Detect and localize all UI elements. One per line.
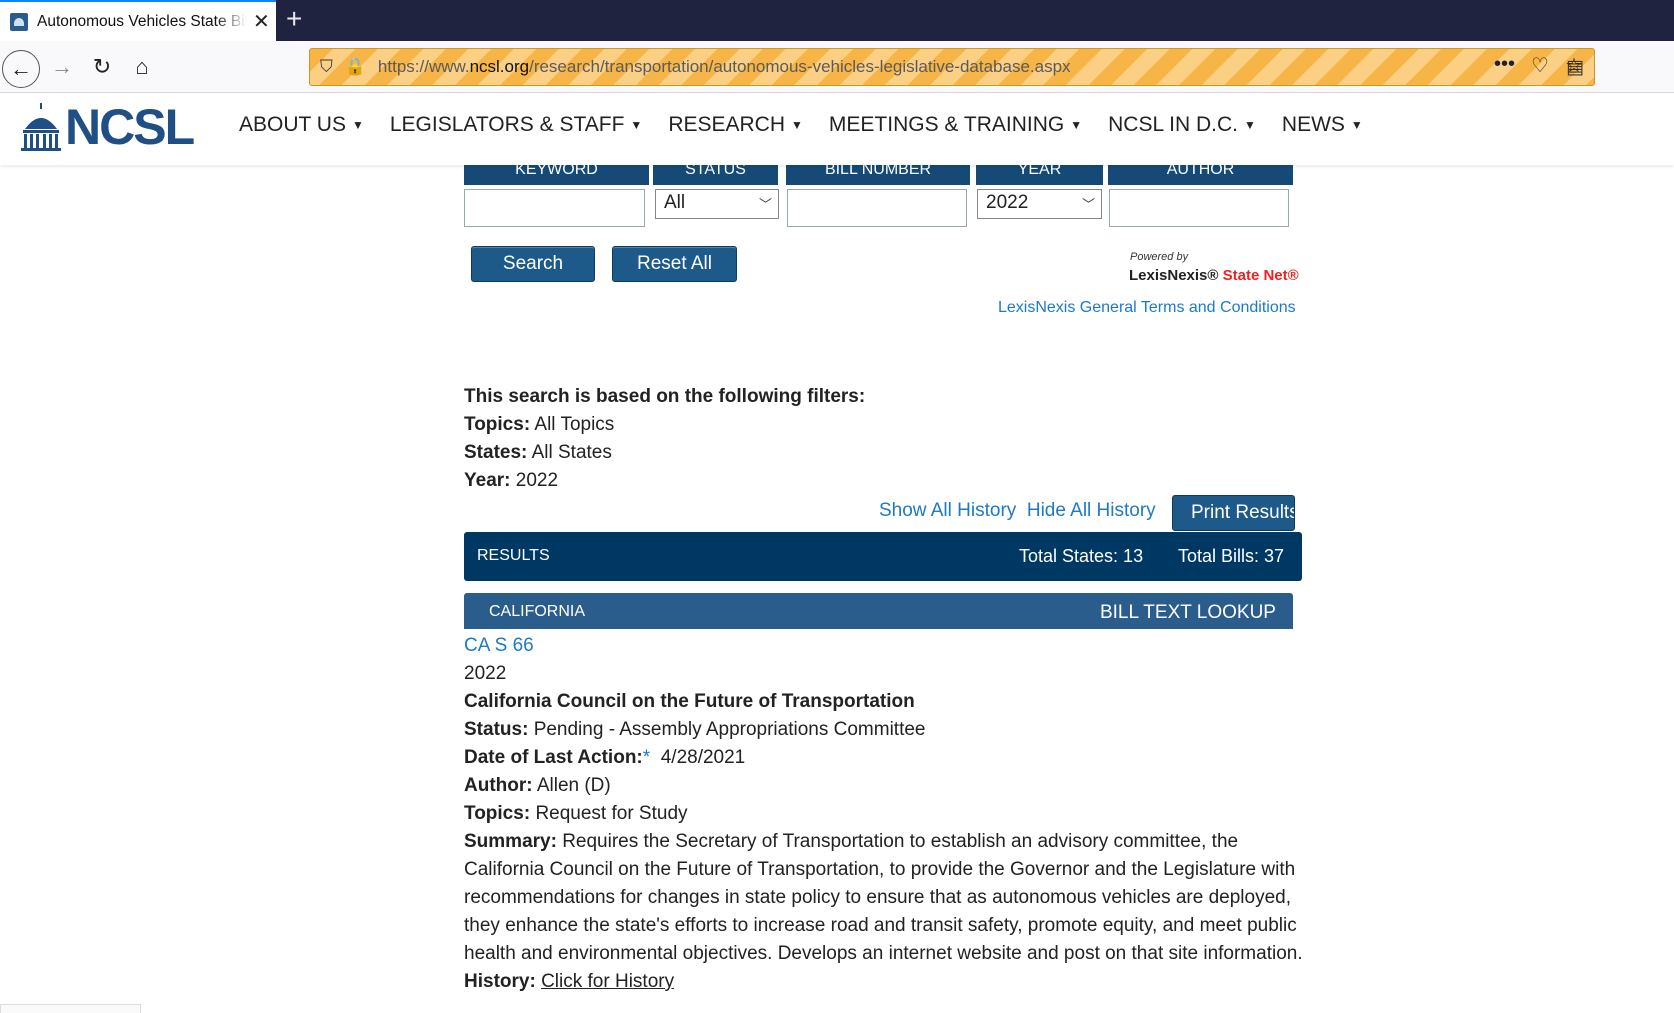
ncsl-logo[interactable]: NCSL xyxy=(20,99,195,155)
history-controls: Show All History Hide All History xyxy=(879,500,1156,522)
caret-down-icon: ▼ xyxy=(1070,118,1083,133)
forward-arrow-icon[interactable]: → xyxy=(44,49,80,85)
bill-id-link[interactable]: CA S 66 xyxy=(464,635,534,656)
address-bar[interactable]: ⛉ 🔒 https://www.ncsl.org/research/transp… xyxy=(309,48,1595,86)
filters-heading: This search is based on the following fi… xyxy=(464,386,866,407)
caret-down-icon: ▼ xyxy=(1350,118,1363,133)
search-filters: This search is based on the following fi… xyxy=(464,383,865,495)
total-bills: Total Bills: 37 xyxy=(1178,546,1285,566)
print-results-button[interactable]: Print Results xyxy=(1172,495,1295,531)
menu-legislators-staff[interactable]: LEGISLATORS & STAFF ▼ xyxy=(390,113,642,137)
bill-year: 2022 xyxy=(464,663,507,684)
status-select[interactable]: All ﹀ xyxy=(655,189,779,219)
bill-last-action: Date of Last Action:* 4/28/2021 xyxy=(464,747,746,768)
caret-down-icon: ▼ xyxy=(791,118,803,133)
bill-entry: CA S 66 2022 California Council on the F… xyxy=(464,632,1304,996)
bill-summary: Summary: Requires the Secretary of Trans… xyxy=(464,831,1303,964)
bill-history: History: Click for History xyxy=(464,971,675,992)
menu-ncsl-in-dc[interactable]: NCSL IN D.C. ▼ xyxy=(1108,113,1256,137)
pocket-icon[interactable]: ♡ xyxy=(1531,53,1549,78)
year-select[interactable]: 2022 ﹀ xyxy=(977,189,1102,219)
status-corner xyxy=(0,1004,141,1013)
hide-all-history-link[interactable]: Hide All History xyxy=(1027,500,1156,521)
results-label: RESULTS xyxy=(477,547,550,564)
show-all-history-link[interactable]: Show All History xyxy=(879,500,1016,521)
home-icon[interactable]: ⌂ xyxy=(124,49,160,85)
lock-icon[interactable]: 🔒 xyxy=(345,57,366,77)
back-arrow-icon[interactable]: ← xyxy=(2,50,40,88)
close-tab-icon[interactable]: ✕ xyxy=(253,12,270,32)
capitol-dome-icon xyxy=(21,103,61,151)
filter-year: Year: 2022 xyxy=(464,470,559,491)
bill-topics: Topics: Request for Study xyxy=(464,803,688,824)
keyword-input[interactable] xyxy=(464,189,645,227)
ncsl-favicon-icon xyxy=(10,12,28,31)
more-options-icon[interactable]: ••• xyxy=(1494,53,1515,76)
url-text[interactable]: https://www.ncsl.org/research/transporta… xyxy=(378,57,1071,77)
tab-bar: Autonomous Vehicles State Bill ✕ + xyxy=(0,0,1674,41)
tab-title: Autonomous Vehicles State Bill xyxy=(37,12,247,30)
chevron-down-icon: ﹀ xyxy=(758,197,772,212)
bill-status: Status: Pending - Assembly Appropriation… xyxy=(464,719,926,740)
search-button[interactable]: Search xyxy=(471,246,595,282)
caret-down-icon: ▼ xyxy=(1244,118,1256,133)
results-bar: RESULTS Total States: 13 Total Bills: 37 xyxy=(464,532,1302,581)
lexisnexis-terms-link[interactable]: LexisNexis General Terms and Conditions xyxy=(998,299,1296,317)
filter-states: States: All States xyxy=(464,442,612,463)
bill-number-input[interactable] xyxy=(787,189,967,227)
click-for-history-link[interactable]: Click for History xyxy=(541,971,674,992)
menu-meetings-training[interactable]: MEETINGS & TRAINING ▼ xyxy=(829,113,1082,137)
caret-down-icon: ▼ xyxy=(630,118,643,133)
total-states: Total States: 13 xyxy=(1019,546,1144,566)
menu-news[interactable]: NEWS ▼ xyxy=(1282,113,1363,137)
shield-icon[interactable]: ⛉ xyxy=(320,57,333,77)
bill-title: California Council on the Future of Tran… xyxy=(464,691,915,712)
site-header: NCSL ABOUT US ▼ LEGISLATORS & STAFF ▼ RESE… xyxy=(0,93,1674,165)
new-tab-icon[interactable]: + xyxy=(286,5,302,33)
filter-topics: Topics: All Topics xyxy=(464,414,615,435)
author-input[interactable] xyxy=(1109,189,1289,227)
bill-text-lookup-link[interactable]: BILL TEXT LOOKUP xyxy=(1100,602,1276,624)
bookmark-star-icon[interactable]: ☆ xyxy=(1565,53,1583,78)
menu-research[interactable]: RESEARCH ▼ xyxy=(668,113,803,137)
state-header-california: CALIFORNIA BILL TEXT LOOKUP xyxy=(464,593,1293,629)
bill-author: Author: Allen (D) xyxy=(464,775,611,796)
last-action-footnote-link[interactable]: * xyxy=(643,747,650,768)
menu-about-us[interactable]: ABOUT US ▼ xyxy=(239,113,364,137)
main-menu: ABOUT US ▼ LEGISLATORS & STAFF ▼ RESEARCH ▼… xyxy=(239,113,1389,137)
logo-text: NCSL xyxy=(65,99,195,155)
caret-down-icon: ▼ xyxy=(351,118,364,133)
reset-all-button[interactable]: Reset All xyxy=(612,246,737,282)
reload-icon[interactable]: ↻ xyxy=(84,49,120,85)
browser-tab[interactable]: Autonomous Vehicles State Bill ✕ xyxy=(0,0,276,41)
lexisnexis-statenet-logo: LexisNexis® State Net® xyxy=(1129,267,1299,284)
chevron-down-icon: ﹀ xyxy=(1081,197,1095,212)
state-name: CALIFORNIA xyxy=(489,603,586,620)
powered-by-text: Powered by xyxy=(1130,251,1189,263)
navigation-toolbar: ← → ↻ ⌂ ⛉ 🔒 https://www.ncsl.org/researc… xyxy=(0,41,1674,93)
